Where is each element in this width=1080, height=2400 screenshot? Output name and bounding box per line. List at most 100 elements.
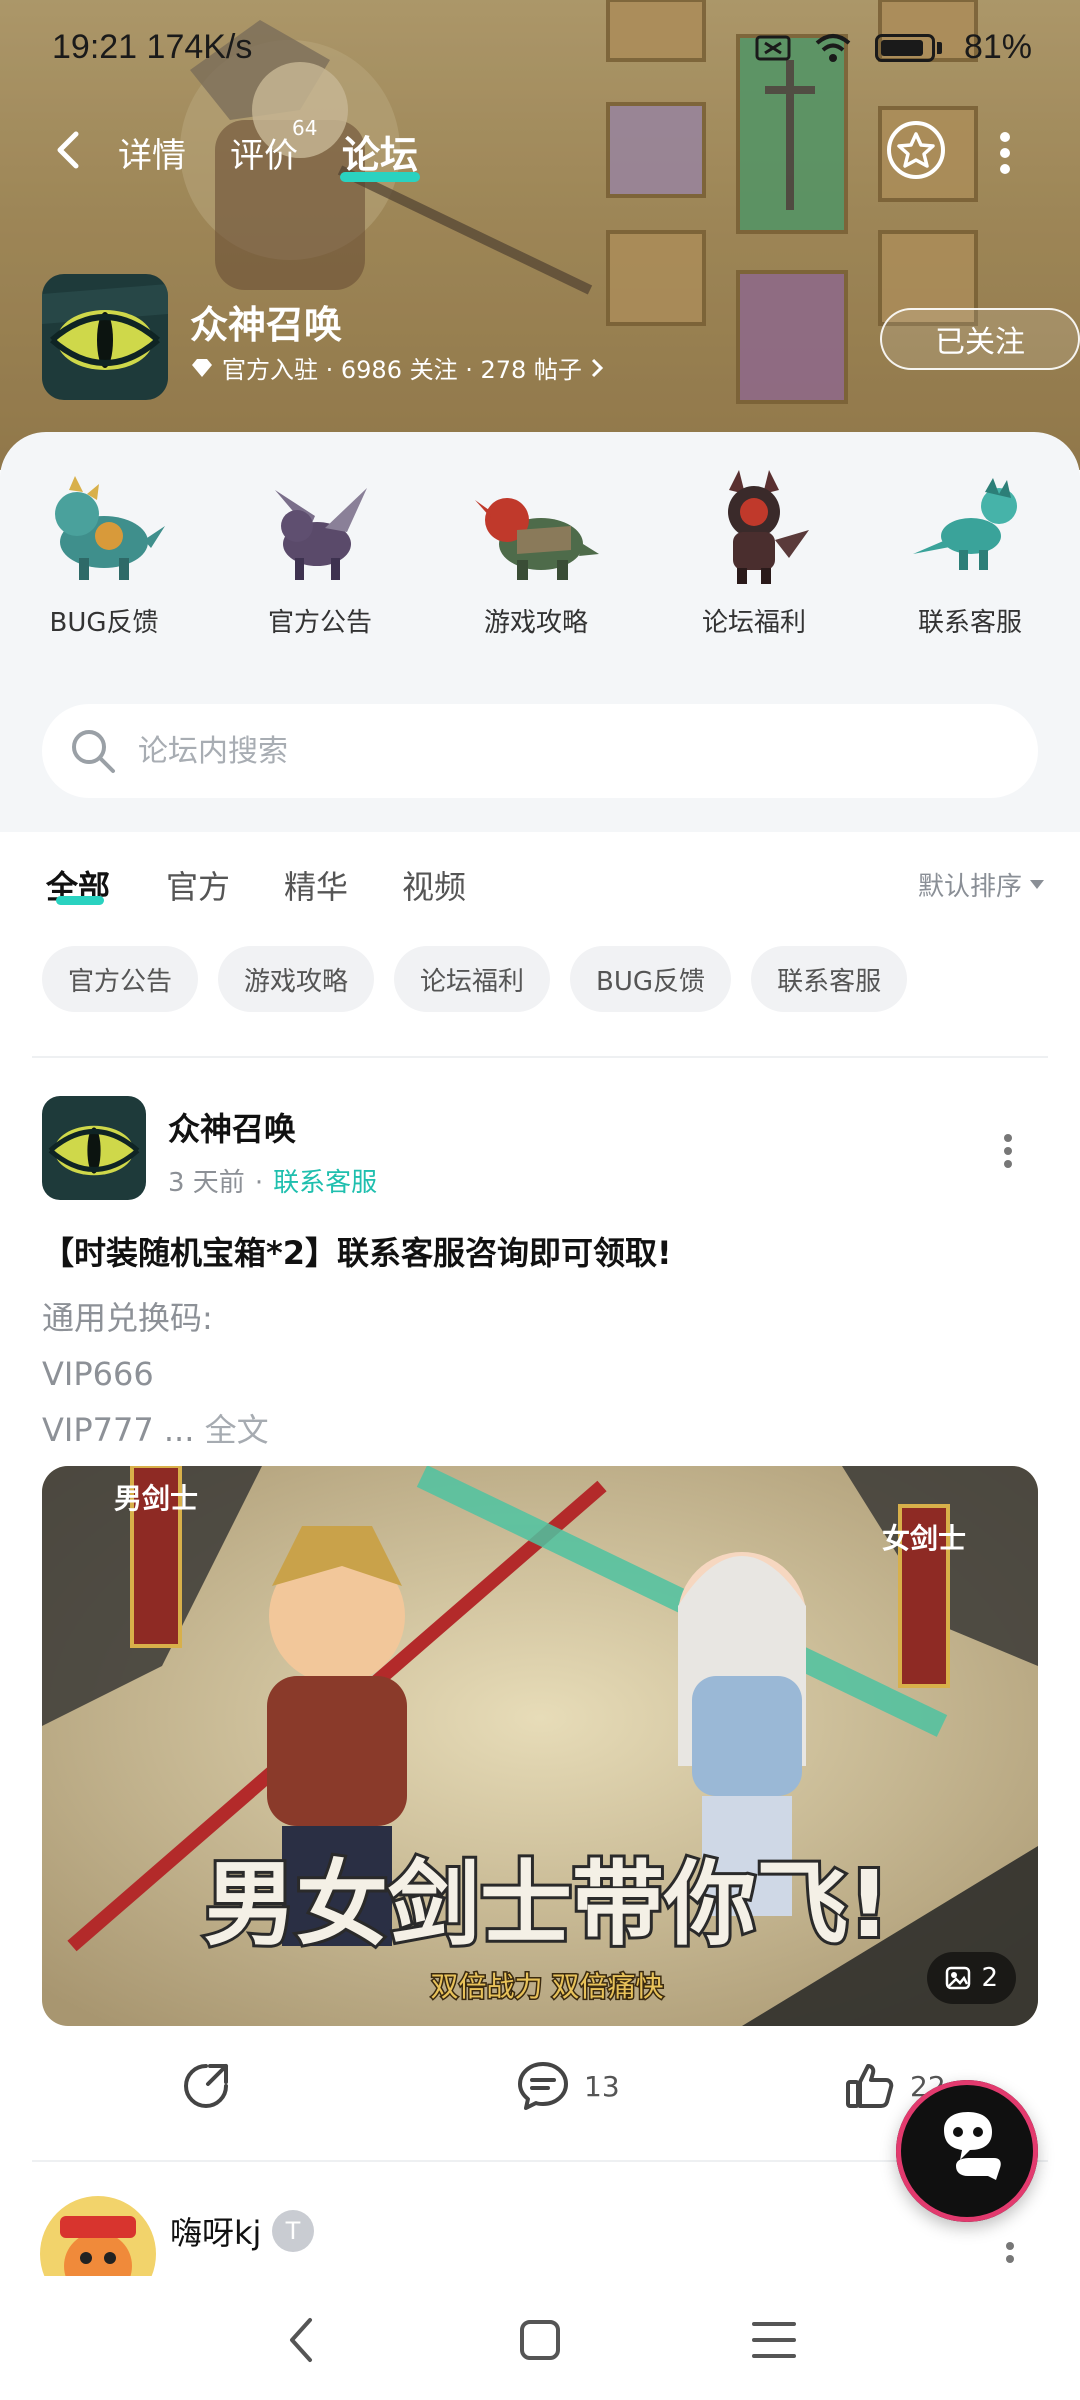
tab-forum-indicator: [340, 172, 420, 182]
dino-teal-icon: [913, 478, 1017, 570]
forum-panel: BUG反馈 官方公告 游戏攻略 论坛福利 联系客服 论坛内搜索: [0, 432, 1080, 832]
section-divider: [32, 1056, 1048, 1058]
category-label: 官方公告: [267, 608, 372, 638]
game-meta-text: 官方入驻 · 6986 关注 · 278 帖子: [222, 356, 582, 384]
post-meta: 3 天前 · 联系客服: [168, 1168, 378, 1198]
post-body-line-last: VIP777 ... 全文: [42, 1411, 269, 1449]
right-sign-text: 女剑士: [882, 1522, 966, 1555]
post-image[interactable]: 男女剑士带你飞! 双倍战力 双倍痛快 男剑士 女剑士 2: [42, 1466, 1038, 2026]
game-icon[interactable]: [42, 274, 168, 400]
post-body[interactable]: 通用兑换码: VIP666 VIP777 ... 全文: [42, 1290, 269, 1458]
category-bug-feedback[interactable]: BUG反馈: [14, 470, 194, 639]
category-customer-service[interactable]: 联系客服: [880, 470, 1060, 639]
full-text-link[interactable]: 全文: [205, 1411, 269, 1449]
chip-bug-feedback[interactable]: BUG反馈: [570, 946, 732, 1012]
filter-tab-indicator: [56, 896, 104, 905]
imp-demon-icon: [728, 470, 809, 584]
system-menu-icon[interactable]: [744, 2310, 804, 2370]
author-name[interactable]: 嗨呀kj: [170, 2208, 261, 2254]
filter-tab-official[interactable]: 官方: [166, 862, 230, 908]
filter-tab-featured[interactable]: 精华: [284, 862, 348, 908]
promo-artwork: 男女剑士带你飞! 双倍战力 双倍痛快 男剑士 女剑士: [42, 1466, 1038, 2026]
battery-percent: 81%: [963, 28, 1032, 66]
author-avatar[interactable]: [40, 2196, 156, 2276]
chat-fab-button[interactable]: [896, 2080, 1038, 2222]
comment-count: 13: [584, 2069, 620, 2103]
top-nav: 详情 评价 64 论坛: [0, 110, 1080, 190]
category-game-guides[interactable]: 游戏攻略: [446, 470, 626, 639]
reviews-count-badge: 64: [292, 116, 318, 140]
status-time: 19:21 174K/s: [52, 28, 253, 66]
dragon-eye-icon: [42, 1096, 146, 1200]
author-name[interactable]: 众神召唤: [168, 1104, 296, 1150]
post-time: 3 天前: [168, 1168, 245, 1198]
category-label: 联系客服: [917, 608, 1022, 638]
back-arrow-icon[interactable]: [48, 128, 92, 172]
category-announcements[interactable]: 官方公告: [230, 470, 410, 639]
chip-announcements[interactable]: 官方公告: [42, 946, 199, 1012]
share-button[interactable]: [180, 2060, 232, 2112]
tab-reviews[interactable]: 评价: [230, 128, 298, 177]
game-meta[interactable]: 官方入驻 · 6986 关注 · 278 帖子: [190, 350, 604, 385]
chat-bubble-icon: [944, 2112, 1001, 2180]
tab-details[interactable]: 详情: [118, 128, 186, 177]
search-icon: [72, 730, 115, 773]
more-options-icon[interactable]: [998, 132, 1012, 174]
promo-subline: 双倍战力 双倍痛快: [431, 1970, 664, 2003]
images-icon: [946, 1966, 971, 1990]
dragon-winged-icon: [275, 488, 367, 580]
forum-search-bar[interactable]: [42, 704, 1038, 798]
category-label: 论坛福利: [701, 608, 806, 638]
dragon-armored-icon: [475, 498, 599, 580]
system-back-icon[interactable]: [272, 2310, 332, 2370]
battery-icon: [874, 33, 935, 62]
chip-customer-service[interactable]: 联系客服: [751, 946, 908, 1012]
search-input[interactable]: [138, 726, 998, 776]
follow-button[interactable]: 已关注: [880, 308, 1080, 370]
image-count: 2: [981, 1963, 998, 1993]
status-bar: 19:21 174K/s 81%: [0, 0, 1080, 100]
post-body-line: VIP666: [42, 1355, 154, 1393]
user-level-badge: T: [272, 2210, 314, 2252]
system-navigation-bar: [0, 2276, 1080, 2400]
thumbs-up-icon: [846, 2064, 894, 2108]
battery-tip: [936, 41, 942, 54]
game-name: 众神召唤: [190, 303, 343, 347]
post-tag[interactable]: 联系客服: [273, 1168, 377, 1198]
post-title[interactable]: 【时装随机宝箱*2】联系客服咨询即可领取!: [42, 1228, 672, 1274]
verified-diamond-icon: [192, 358, 212, 377]
sim-icon: [755, 35, 791, 60]
author-avatar[interactable]: [42, 1096, 146, 1200]
comment-icon: [518, 2062, 568, 2110]
post-more-icon[interactable]: [1004, 2242, 1016, 2272]
image-count-badge: 2: [927, 1952, 1016, 2004]
favorite-star-icon[interactable]: [886, 120, 946, 180]
share-icon: [184, 2064, 228, 2108]
dragon-eye-icon: [42, 274, 168, 400]
comment-button[interactable]: 13: [516, 2060, 620, 2112]
game-info: 众神召唤 官方入驻 · 6986 关注 · 278 帖子 已关注: [42, 274, 1080, 402]
post-more-icon[interactable]: [1002, 1134, 1014, 1174]
chevron-right-icon: [591, 358, 604, 377]
post-body-line: 通用兑换码:: [42, 1299, 213, 1337]
promo-headline: 男女剑士带你飞!: [204, 1851, 890, 1958]
filter-tabs: 全部 官方 精华 视频 默认排序: [0, 852, 1080, 932]
system-home-icon[interactable]: [510, 2310, 570, 2370]
duck-avatar-icon: [40, 2196, 156, 2276]
filter-tab-video[interactable]: 视频: [402, 862, 466, 908]
sort-dropdown[interactable]: 默认排序: [918, 866, 1044, 903]
category-label: BUG反馈: [49, 608, 159, 638]
caret-down-icon: [1030, 880, 1044, 889]
wifi-icon: [815, 33, 851, 62]
dragon-teal-icon: [55, 476, 165, 580]
tab-forum[interactable]: 论坛: [342, 124, 418, 179]
chip-perks[interactable]: 论坛福利: [394, 946, 551, 1012]
category-label: 游戏攻略: [483, 608, 588, 638]
ellipsis: ...: [163, 1411, 195, 1449]
category-forum-perks[interactable]: 论坛福利: [664, 470, 844, 639]
left-sign-text: 男剑士: [114, 1482, 198, 1515]
sort-label: 默认排序: [917, 872, 1022, 902]
status-icons: 81%: [755, 28, 1032, 67]
topic-chips: 官方公告 游戏攻略 论坛福利 BUG反馈 联系客服: [42, 946, 908, 1012]
chip-guides[interactable]: 游戏攻略: [218, 946, 375, 1012]
